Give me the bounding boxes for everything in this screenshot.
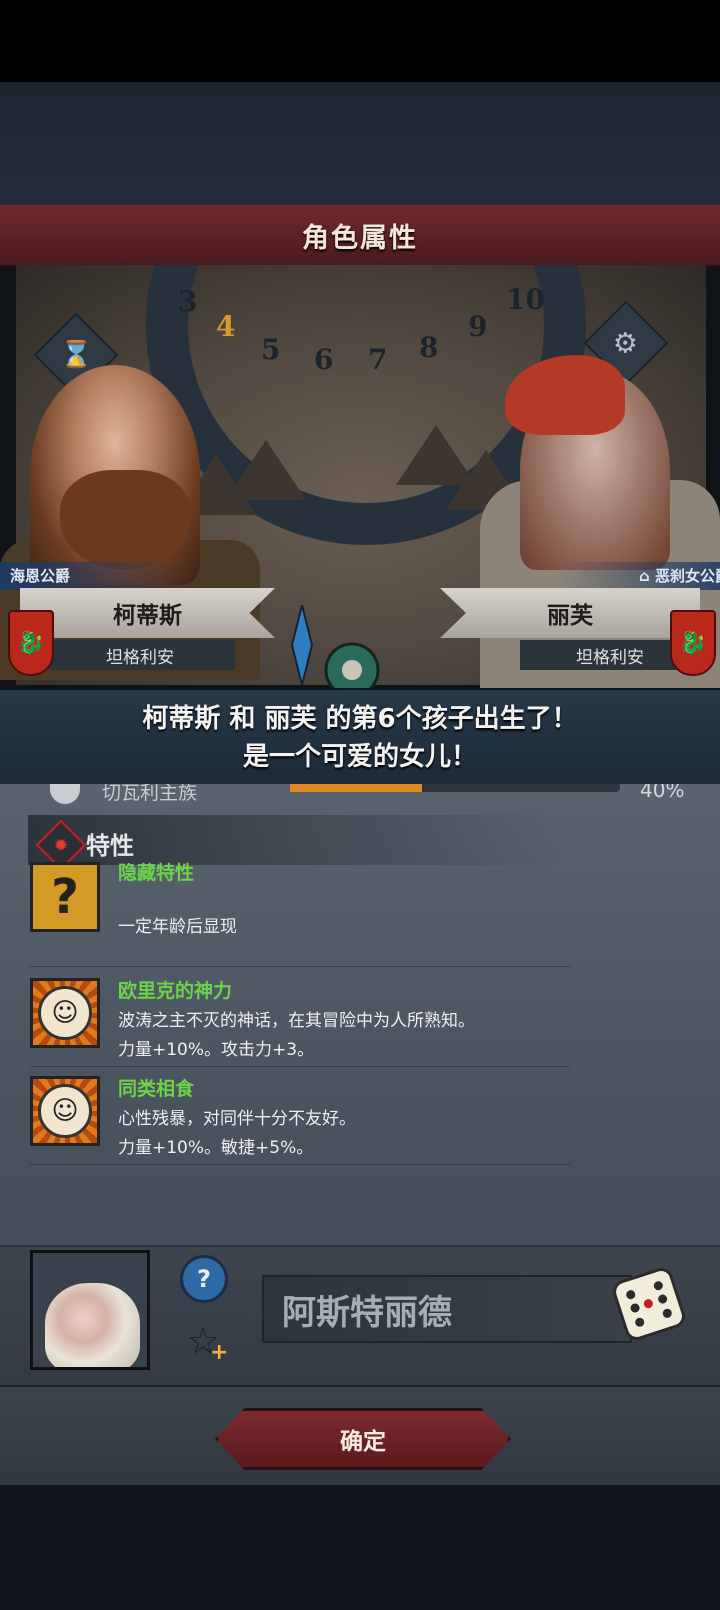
wheel-number: 8 — [419, 331, 439, 364]
gear-icon: ⚙ — [613, 326, 639, 360]
trait-effect: 力量+10%。攻击力+3。 — [118, 1040, 315, 1060]
stat-face-icon — [50, 784, 80, 804]
announcement-line-2: 是一个可爱的女儿！ — [242, 742, 477, 772]
title-bar: 角色属性 — [0, 205, 720, 267]
stat-label: 切瓦利主族 — [102, 784, 198, 804]
page-title: 角色属性 — [302, 222, 418, 254]
wheel-number: 5 — [261, 333, 281, 366]
sun-face-icon[interactable]: ☺ — [30, 1076, 100, 1146]
wheel-number-current: 4 — [216, 310, 236, 343]
dragon-shield-icon: 🐉 — [8, 610, 54, 676]
divider — [30, 966, 570, 967]
trait-desc: 一定年龄后显现 — [118, 917, 237, 937]
trait-desc: 波涛之主不灭的神话，在其冒险中为人所熟知。 — [118, 1011, 475, 1031]
father-beard — [60, 470, 190, 570]
stat-bar — [290, 784, 620, 792]
announcement-line-1: 柯蒂斯 和 丽芙 的第6个孩子出生了！ — [142, 704, 578, 734]
sword-icon — [290, 605, 314, 685]
trait-effect: 力量+10%。敏捷+5%。 — [118, 1138, 314, 1158]
plus-icon: + — [210, 1340, 229, 1365]
stat-value: 40% — [640, 784, 685, 802]
home-icon: ⌂ — [639, 567, 650, 585]
mother-name: 丽芙 — [547, 603, 593, 629]
father-name-banner: 柯蒂斯 — [20, 588, 275, 638]
mother-title-text: 恶刹女公爵 — [654, 567, 720, 585]
wheel-number: 6 — [314, 343, 334, 376]
stat-bar-fill — [290, 784, 422, 792]
trait-desc: 心性残暴，对同伴十分不友好。 — [118, 1109, 356, 1129]
child-name-value: 阿斯特丽德 — [282, 1292, 452, 1333]
help-button[interactable]: ? — [180, 1255, 228, 1303]
wheel-number: 3 — [178, 285, 198, 318]
dice-pip — [657, 1293, 669, 1306]
dragon-shield-icon: 🐉 — [670, 610, 716, 676]
trait-name: 同类相食 — [118, 1078, 195, 1100]
trait-name: 欧里克的神力 — [118, 980, 233, 1002]
child-name-input[interactable]: 阿斯特丽德 — [262, 1275, 632, 1343]
dice-pip — [629, 1302, 641, 1315]
wheel-number: 7 — [368, 343, 388, 376]
mother-name-banner: 丽芙 — [440, 588, 700, 638]
sun-face-icon[interactable]: ☺ — [30, 978, 100, 1048]
divider — [30, 1164, 570, 1165]
dice-pip — [652, 1279, 665, 1292]
traits-title: 特性 — [86, 832, 134, 860]
confirm-label: 确定 — [340, 1429, 386, 1455]
birth-announcement: 柯蒂斯 和 丽芙 的第6个孩子出生了！ 是一个可爱的女儿！ — [0, 688, 720, 788]
father-title: 海恩公爵 — [0, 562, 190, 590]
question-icon[interactable]: ? — [30, 862, 100, 932]
bottom-area — [0, 1485, 720, 1610]
header-background — [0, 82, 720, 206]
dice-pip — [643, 1298, 655, 1310]
map-mountain — [226, 440, 306, 500]
divider — [30, 1066, 570, 1067]
confirm-button[interactable]: 确定 — [215, 1408, 511, 1470]
child-portrait — [30, 1250, 150, 1370]
father-house: 坦格利安 — [45, 640, 235, 670]
father-name: 柯蒂斯 — [113, 603, 182, 629]
wheel-number: 9 — [468, 310, 488, 343]
scrolled-stat-row: 切瓦利主族 40% — [0, 784, 720, 804]
mother-title: ⌂ 恶刹女公爵 — [560, 562, 720, 590]
baby-image — [45, 1283, 140, 1367]
dice-pip — [661, 1307, 674, 1320]
status-bar-area — [0, 0, 720, 82]
trait-name: 隐藏特性 — [118, 862, 195, 884]
hourglass-icon: ⌛ — [59, 340, 93, 370]
question-mark-icon: ? — [197, 1265, 211, 1293]
dice-pip — [624, 1288, 637, 1301]
dice-pip — [633, 1316, 646, 1329]
wheel-number: 10 — [506, 283, 545, 316]
